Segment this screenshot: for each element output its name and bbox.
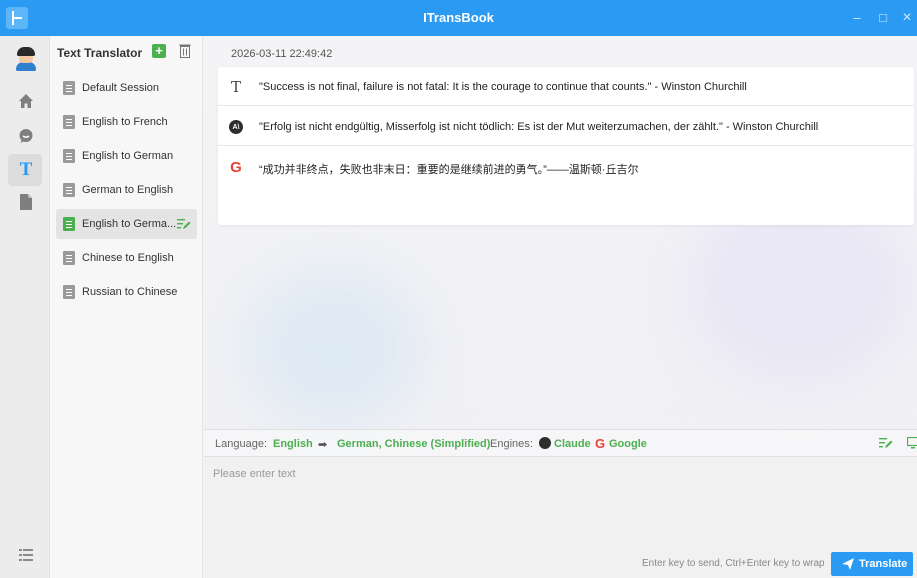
- session-item-label: Default Session: [82, 82, 160, 94]
- window-title: ITransBook: [423, 10, 494, 25]
- session-item-default-session[interactable]: Default Session: [56, 73, 197, 103]
- text-translate-icon[interactable]: T: [17, 159, 35, 180]
- engines-label: Engines:: [490, 438, 533, 450]
- session-item-english-to-german[interactable]: English to German: [56, 141, 197, 171]
- keyboard-hint: Enter key to send, Ctrl+Enter key to wra…: [642, 558, 825, 569]
- claude-icon: A\: [229, 120, 243, 134]
- arrow-right-icon: ➡: [318, 439, 328, 451]
- send-icon: [842, 558, 854, 570]
- menu-list-icon[interactable]: [17, 546, 35, 564]
- monitor-icon[interactable]: [906, 436, 917, 452]
- background-glow: [244, 266, 424, 426]
- translate-button[interactable]: Translate: [831, 552, 913, 576]
- language-bar: Language: English ➡ German, Chinese (Sim…: [204, 429, 917, 457]
- session-list-panel: Text Translator + Default Session Englis…: [50, 36, 203, 578]
- result-row-claude: A\ "Erfolg ist nicht endgültig, Misserfo…: [218, 107, 914, 146]
- engine-google[interactable]: Google: [609, 438, 647, 450]
- avatar[interactable]: [15, 47, 37, 71]
- title-bar: ITransBook – □ ×: [0, 0, 917, 36]
- translate-button-label: Translate: [859, 558, 908, 570]
- maximize-button[interactable]: □: [874, 9, 892, 27]
- session-item-label: German to English: [82, 184, 174, 196]
- session-item-russian-to-chinese[interactable]: Russian to Chinese: [56, 277, 197, 307]
- result-text[interactable]: “成功并非终点，失败也非末日：重要的是继续前进的勇气。”——温斯顿·丘吉尔: [259, 161, 639, 177]
- source-text-glyph: T: [230, 78, 241, 96]
- trash-icon[interactable]: [179, 44, 191, 58]
- message-timestamp: 2026-03-11 22:49:42: [231, 48, 333, 60]
- session-item-label: English to German: [82, 150, 174, 162]
- result-text[interactable]: "Success is not final, failure is not fa…: [259, 81, 747, 93]
- session-panel-title: Text Translator: [57, 46, 143, 60]
- source-text-icon: T: [229, 78, 243, 96]
- close-button[interactable]: ×: [898, 9, 916, 27]
- text-input-area[interactable]: Please enter text Enter key to send, Ctr…: [204, 457, 917, 578]
- result-text[interactable]: "Erfolg ist nicht endgültig, Misserfolg …: [259, 121, 818, 133]
- target-languages[interactable]: German, Chinese (Simplified): [337, 438, 490, 450]
- language-label: Language:: [215, 438, 267, 450]
- session-item-label: Russian to Chinese: [82, 286, 178, 298]
- session-doc-icon: [63, 149, 75, 163]
- source-language[interactable]: English: [273, 438, 313, 450]
- session-item-label: English to French: [82, 116, 168, 128]
- session-item-english-to-french[interactable]: English to French: [56, 107, 197, 137]
- add-session-button[interactable]: +: [152, 44, 166, 58]
- session-doc-icon: [63, 251, 75, 265]
- session-doc-icon: [63, 81, 75, 95]
- prompt-edit-icon[interactable]: [879, 437, 893, 452]
- chat-icon[interactable]: [17, 127, 35, 145]
- session-item-label: Chinese to English: [82, 252, 174, 264]
- engine-claude[interactable]: Claude: [554, 438, 591, 450]
- google-engine-icon: G: [595, 436, 606, 451]
- session-doc-icon: [63, 217, 75, 231]
- edit-session-icon[interactable]: [177, 218, 191, 230]
- session-doc-icon: [63, 285, 75, 299]
- google-glyph: G: [230, 158, 242, 176]
- session-item-label: English to Germa...: [82, 218, 177, 230]
- text-input-placeholder[interactable]: Please enter text: [213, 468, 296, 480]
- session-item-chinese-to-english[interactable]: Chinese to English: [56, 243, 197, 273]
- claude-glyph: A\: [232, 123, 240, 131]
- session-item-german-to-english[interactable]: German to English: [56, 175, 197, 205]
- minimize-button[interactable]: –: [848, 9, 866, 27]
- session-doc-icon: [63, 183, 75, 197]
- nav-rail: T: [0, 36, 50, 578]
- claude-engine-icon: [539, 437, 551, 449]
- session-item-english-to-german-chinese[interactable]: English to Germa...: [56, 209, 197, 239]
- session-doc-icon: [63, 115, 75, 129]
- document-icon[interactable]: [17, 193, 35, 211]
- text-icon-glyph: T: [19, 159, 33, 180]
- translation-result-card: T "Success is not final, failure is not …: [218, 67, 914, 225]
- result-row-google: G “成功并非终点，失败也非末日：重要的是继续前进的勇气。”——温斯顿·丘吉尔: [218, 147, 914, 186]
- home-icon[interactable]: [17, 92, 35, 110]
- result-row-source: T "Success is not final, failure is not …: [218, 67, 914, 106]
- google-icon: G: [229, 158, 243, 176]
- main-content: 2026-03-11 22:49:42 T "Success is not fi…: [204, 36, 917, 578]
